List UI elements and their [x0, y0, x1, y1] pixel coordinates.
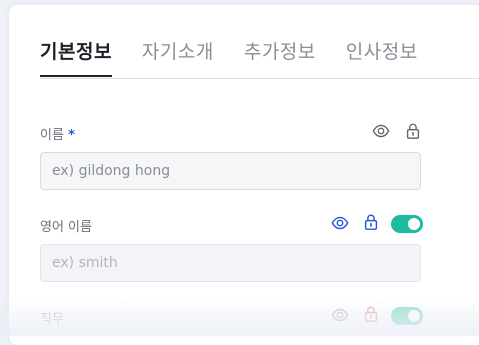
toggle-knob — [408, 218, 420, 230]
tab-divider — [40, 78, 479, 79]
english-name-label: 영어 이름 — [40, 220, 92, 235]
eye-icon[interactable] — [331, 214, 349, 232]
toggle-knob — [408, 310, 420, 322]
name-label-text: 이름 — [40, 128, 64, 143]
english-name-toggle[interactable] — [391, 215, 423, 233]
tab-hr-info[interactable]: 인사정보 — [346, 39, 418, 77]
required-mark: * — [68, 128, 75, 143]
tab-self-intro[interactable]: 자기소개 — [142, 39, 214, 77]
job-label: 직무 — [40, 312, 64, 327]
lock-icon[interactable] — [362, 305, 380, 323]
english-name-input[interactable] — [40, 244, 421, 282]
lock-icon[interactable] — [362, 213, 380, 231]
name-input[interactable] — [40, 152, 421, 190]
lock-icon[interactable] — [404, 122, 422, 140]
tab-bar: 기본정보 자기소개 추가정보 인사정보 — [40, 39, 448, 79]
job-toggle[interactable] — [391, 307, 423, 325]
eye-icon[interactable] — [331, 306, 349, 324]
tab-additional-info[interactable]: 추가정보 — [244, 39, 316, 77]
eye-icon[interactable] — [372, 122, 390, 140]
tab-basic-info[interactable]: 기본정보 — [40, 39, 112, 77]
name-label: 이름 * — [40, 124, 75, 143]
